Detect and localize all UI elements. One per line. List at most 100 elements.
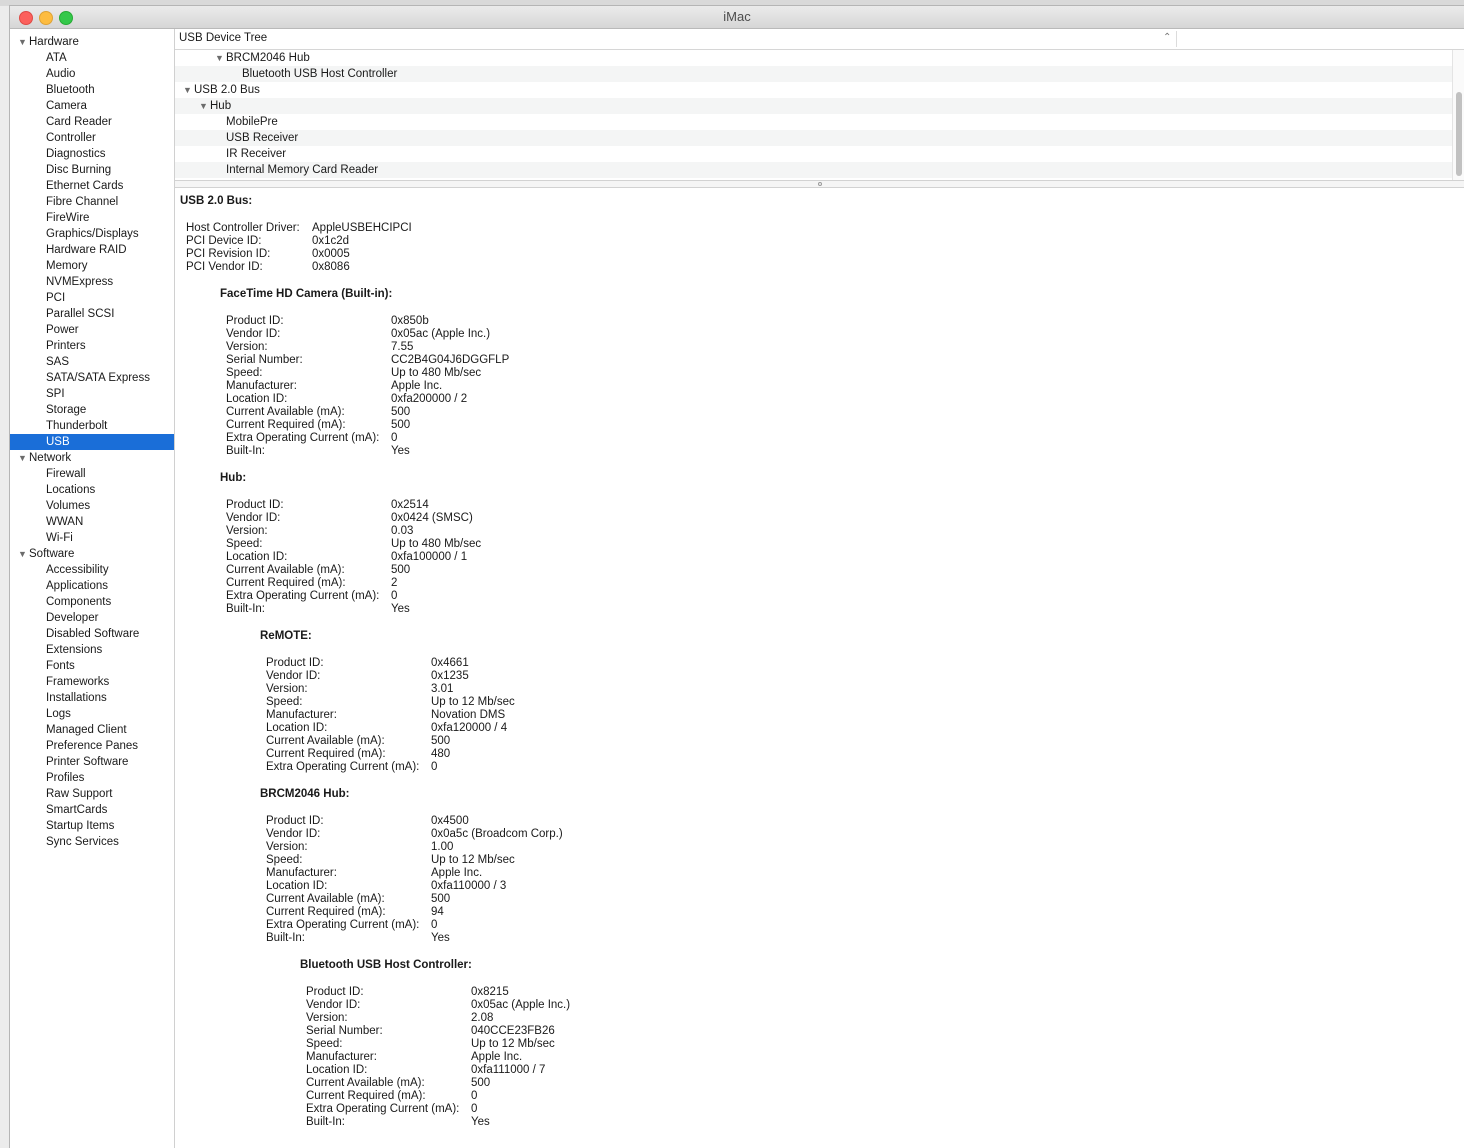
sidebar-item-label: Printer Software — [46, 756, 129, 768]
property-key: Extra Operating Current (mA): — [266, 919, 420, 931]
sidebar-item[interactable]: ATA — [10, 50, 174, 66]
property-key: Location ID: — [226, 393, 288, 405]
sidebar-item[interactable]: Developer — [10, 610, 174, 626]
property-value: Up to 480 Mb/sec — [391, 538, 482, 550]
sidebar-item[interactable]: Managed Client — [10, 722, 174, 738]
tree-row[interactable]: USB Receiver — [175, 130, 1452, 146]
sidebar-item[interactable]: SPI — [10, 386, 174, 402]
sidebar-item[interactable]: PCI — [10, 290, 174, 306]
property-value: 0 — [431, 761, 438, 773]
sidebar-item[interactable]: Disabled Software — [10, 626, 174, 642]
property-row: Built-In: Yes — [226, 603, 410, 616]
disclosure-triangle-open-icon[interactable]: ▼ — [199, 98, 208, 114]
sidebar-item[interactable]: SATA/SATA Express — [10, 370, 174, 386]
sidebar-item[interactable]: Frameworks — [10, 674, 174, 690]
sidebar-item-label: Volumes — [46, 500, 91, 512]
sidebar-group-hardware[interactable]: ▼ Hardware — [10, 34, 174, 50]
sidebar-item[interactable]: Parallel SCSI — [10, 306, 174, 322]
sidebar-item[interactable]: Graphics/Displays — [10, 226, 174, 242]
sidebar-item[interactable]: Camera — [10, 98, 174, 114]
usb-device-tree[interactable]: ▼ BRCM2046 Hub Bluetooth USB Host Controll… — [175, 50, 1452, 180]
sidebar-item-label: Raw Support — [46, 788, 113, 800]
sidebar-item[interactable]: Sync Services — [10, 834, 174, 850]
sidebar-item[interactable]: Preference Panes — [10, 738, 174, 754]
property-key: Current Available (mA): — [266, 735, 385, 747]
sidebar-item[interactable]: Power — [10, 322, 174, 338]
disclosure-triangle-open-icon[interactable]: ▼ — [18, 546, 27, 562]
sort-ascending-icon[interactable]: ⌃ — [1163, 32, 1171, 43]
sidebar-item[interactable]: NVMExpress — [10, 274, 174, 290]
sidebar-item[interactable]: Disc Burning — [10, 162, 174, 178]
sidebar-item[interactable]: Firewall — [10, 466, 174, 482]
sidebar-item[interactable]: Card Reader — [10, 114, 174, 130]
sidebar-item[interactable]: Applications — [10, 578, 174, 594]
sidebar-item[interactable]: Locations — [10, 482, 174, 498]
property-value: 3.01 — [431, 683, 454, 695]
tree-row-label: Bluetooth USB Host Controller — [242, 68, 398, 80]
splitter-handle-icon[interactable] — [818, 182, 822, 186]
sidebar-item[interactable]: SAS — [10, 354, 174, 370]
sidebar-item[interactable]: Printers — [10, 338, 174, 354]
sidebar-item[interactable]: Controller — [10, 130, 174, 146]
sidebar-item[interactable]: Bluetooth — [10, 82, 174, 98]
sidebar-item[interactable]: Profiles — [10, 770, 174, 786]
tree-column-header[interactable]: USB Device Tree ⌃ — [175, 29, 1464, 50]
sidebar-item[interactable]: Installations — [10, 690, 174, 706]
sidebar-item-label: Camera — [46, 100, 87, 112]
sidebar-item[interactable]: Fibre Channel — [10, 194, 174, 210]
sidebar-item[interactable]: Components — [10, 594, 174, 610]
sidebar-item[interactable]: Audio — [10, 66, 174, 82]
tree-row[interactable]: MobilePre — [175, 114, 1452, 130]
sidebar-group-network[interactable]: ▼ Network — [10, 450, 174, 466]
tree-row[interactable]: ▼ Hub — [175, 98, 1452, 114]
disclosure-triangle-open-icon[interactable]: ▼ — [18, 450, 27, 466]
sidebar-item[interactable]: Hardware RAID — [10, 242, 174, 258]
property-key: Extra Operating Current (mA): — [306, 1103, 460, 1115]
property-value: Yes — [471, 1116, 490, 1128]
sidebar-item[interactable]: Printer Software — [10, 754, 174, 770]
system-information-window: iMac ▼ Hardware ATA Audio Bluetooth Camera Car… — [10, 6, 1464, 1148]
sidebar-item[interactable]: Startup Items — [10, 818, 174, 834]
sidebar-group-software[interactable]: ▼ Software — [10, 546, 174, 562]
sidebar-item-label: Printers — [46, 340, 86, 352]
sidebar-item[interactable]: WWAN — [10, 514, 174, 530]
property-key: Current Available (mA): — [306, 1077, 425, 1089]
sidebar-item[interactable]: FireWire — [10, 210, 174, 226]
property-row: Current Required (mA): 94 — [266, 906, 444, 919]
property-key: Speed: — [226, 538, 263, 550]
sidebar-item[interactable]: Raw Support — [10, 786, 174, 802]
sidebar-item[interactable]: Accessibility — [10, 562, 174, 578]
disclosure-triangle-open-icon[interactable]: ▼ — [183, 82, 192, 98]
tree-scrollbar[interactable] — [1452, 50, 1464, 180]
sidebar-item[interactable]: Thunderbolt — [10, 418, 174, 434]
sidebar-item[interactable]: Volumes — [10, 498, 174, 514]
sidebar-item[interactable]: Fonts — [10, 658, 174, 674]
column-separator[interactable] — [1176, 31, 1177, 47]
disclosure-triangle-open-icon[interactable]: ▼ — [215, 50, 224, 66]
tree-row[interactable]: IR Receiver — [175, 146, 1452, 162]
title-bar[interactable]: iMac — [10, 6, 1464, 29]
sidebar-item[interactable]: Logs — [10, 706, 174, 722]
property-row: Built-In: Yes — [306, 1116, 490, 1129]
tree-row[interactable]: ▼ BRCM2046 Hub — [175, 50, 1452, 66]
sidebar-item[interactable]: Ethernet Cards — [10, 178, 174, 194]
tree-row[interactable]: ▼ USB 2.0 Bus — [175, 82, 1452, 98]
sidebar-item-label: FireWire — [46, 212, 90, 224]
property-value: 0x05ac (Apple Inc.) — [471, 999, 571, 1011]
property-key: Extra Operating Current (mA): — [226, 432, 380, 444]
sidebar-item[interactable]: SmartCards — [10, 802, 174, 818]
sidebar-item[interactable]: Storage — [10, 402, 174, 418]
sidebar-item-label: ATA — [46, 52, 67, 64]
property-value: 1.00 — [431, 841, 454, 853]
sidebar-item[interactable]: Extensions — [10, 642, 174, 658]
disclosure-triangle-open-icon[interactable]: ▼ — [18, 34, 27, 50]
sidebar-item[interactable]: Wi-Fi — [10, 530, 174, 546]
tree-row[interactable]: Bluetooth USB Host Controller — [175, 66, 1452, 82]
sidebar-item[interactable]: Diagnostics — [10, 146, 174, 162]
sidebar-item[interactable]: Memory — [10, 258, 174, 274]
sidebar-item[interactable]: USB — [10, 434, 174, 450]
tree-scrollbar-thumb[interactable] — [1456, 92, 1462, 176]
tree-row[interactable]: Internal Memory Card Reader — [175, 162, 1452, 178]
category-sidebar[interactable]: ▼ Hardware ATA Audio Bluetooth Camera Card Rea… — [10, 29, 175, 1148]
pane-splitter[interactable] — [175, 180, 1464, 188]
